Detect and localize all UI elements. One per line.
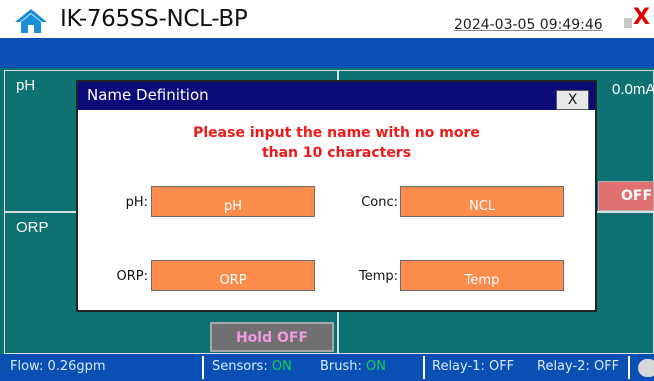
dialog-message: Please input the name with no more than … xyxy=(78,123,595,163)
close-box-decoration xyxy=(624,18,632,28)
relay-off-button[interactable]: OFF xyxy=(598,181,654,211)
relay1-status: Relay-1: OFF xyxy=(432,359,515,374)
sensors-label: Sensors: xyxy=(212,359,268,374)
current-output-value: 0.0mA xyxy=(612,81,654,98)
ph-panel-label: pH xyxy=(16,77,36,94)
home-icon[interactable] xyxy=(14,8,48,34)
sensors-state: ON xyxy=(271,359,292,374)
brush-status: Brush: ON xyxy=(320,354,386,381)
temp-name-field[interactable] xyxy=(400,260,564,291)
device-title: IK-765SS-NCL-BP xyxy=(60,6,248,32)
hold-off-button[interactable]: Hold OFF xyxy=(210,322,334,352)
orp-panel-label: ORP xyxy=(16,219,49,236)
temp-field-label: Temp: xyxy=(358,269,398,284)
dialog-message-line2: than 10 characters xyxy=(261,145,412,161)
status-divider xyxy=(628,356,630,379)
name-definition-dialog: Name Definition X Please input the name … xyxy=(76,80,597,312)
ph-field-label: pH: xyxy=(125,195,148,210)
datetime-display: 2024-03-05 09:49:46 xyxy=(454,17,603,33)
relay2-status: Relay-2: OFF xyxy=(537,359,620,374)
flow-status: Flow: 0.26gpm xyxy=(10,359,106,374)
status-bar: Flow: 0.26gpm Sensors: ON Brush: ON Rela… xyxy=(0,354,654,381)
ph-name-field[interactable] xyxy=(151,186,315,217)
status-indicator-icon xyxy=(638,359,654,377)
orp-name-field[interactable] xyxy=(151,260,315,291)
header-strip xyxy=(0,38,654,68)
title-bar: IK-765SS-NCL-BP 2024-03-05 09:49:46 X xyxy=(0,0,654,38)
dialog-close-button[interactable]: X xyxy=(556,90,589,110)
status-divider xyxy=(423,356,425,379)
brush-label: Brush: xyxy=(320,359,362,374)
sensors-status: Sensors: ON xyxy=(212,354,292,381)
dialog-title: Name Definition xyxy=(87,86,209,104)
close-app-button[interactable]: X xyxy=(633,7,650,29)
brush-state: ON xyxy=(366,359,387,374)
dialog-titlebar: Name Definition X xyxy=(78,82,595,110)
conc-field-label: Conc: xyxy=(361,195,398,210)
status-divider xyxy=(202,356,204,379)
orp-field-label: ORP: xyxy=(116,269,148,284)
dialog-message-line1: Please input the name with no more xyxy=(193,125,480,141)
conc-name-field[interactable] xyxy=(400,186,564,217)
